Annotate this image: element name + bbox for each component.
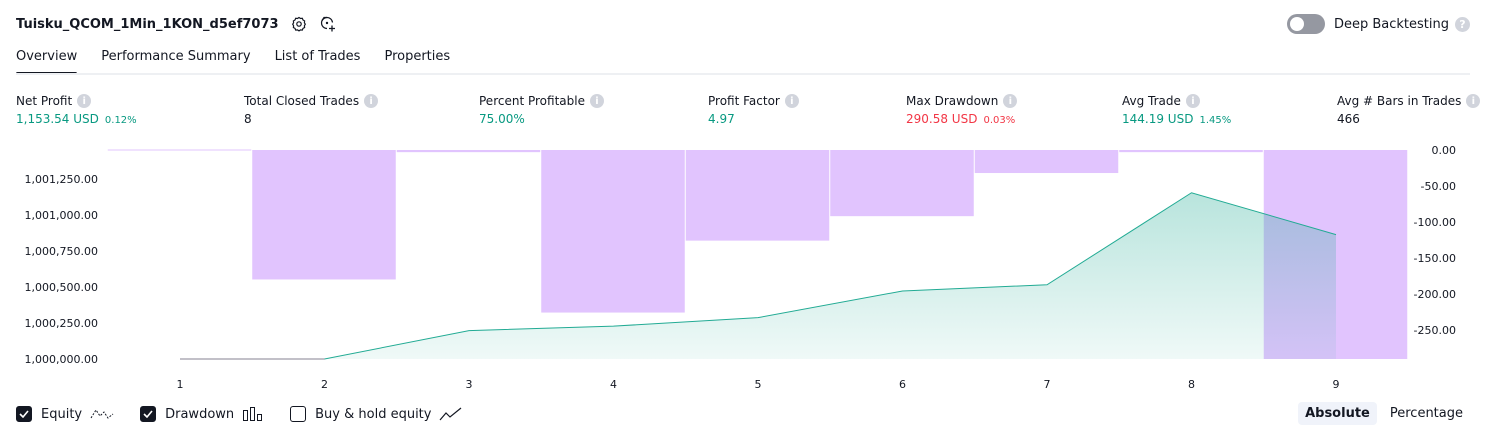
x-tick-label: 4 (610, 378, 617, 391)
tab-list-of-trades[interactable]: List of Trades (275, 48, 361, 74)
x-tick-label: 7 (1044, 378, 1051, 391)
info-icon[interactable]: i (1185, 94, 1200, 108)
right-tick-label: -50.00 (1421, 180, 1456, 193)
left-tick-label: 1,001,000.00 (25, 209, 98, 222)
deep-backtesting-control: Deep Backtesting ? (1286, 12, 1470, 36)
drawdown-bars-icon (242, 406, 264, 422)
stat-avg-bars-in-trades: Avg # Bars in Trades i 466 (1337, 92, 1481, 128)
buy-hold-checkbox[interactable] (290, 406, 307, 422)
right-tick-label: 0.00 (1432, 144, 1457, 157)
drawdown-bar (974, 150, 1119, 174)
legend-label: Equity (41, 406, 83, 422)
right-tick-label: -150.00 (1414, 252, 1456, 265)
deep-backtesting-toggle[interactable] (1286, 14, 1325, 34)
legend-label: Buy & hold equity (315, 406, 432, 422)
info-icon[interactable]: i (1003, 94, 1018, 108)
stat-label: Avg Trade (1122, 94, 1181, 108)
left-tick-label: 1,000,000.00 (25, 353, 98, 366)
stat-value: 8 (244, 112, 252, 126)
x-tick-label: 3 (466, 378, 473, 391)
x-tick-label: 5 (755, 378, 762, 391)
stat-percent: 1.45% (1199, 115, 1232, 126)
x-tick-label: 2 (321, 378, 328, 391)
buy-hold-line-icon (439, 406, 463, 422)
x-tick-label: 9 (1333, 378, 1340, 391)
mode-percentage[interactable]: Percentage (1383, 402, 1470, 425)
stat-label: Max Drawdown (906, 94, 999, 108)
chart-legend: Equity Drawdown Buy & hold equity (16, 403, 489, 425)
info-icon[interactable]: i (589, 94, 604, 108)
drawdown-checkbox[interactable] (140, 406, 157, 422)
right-tick-label: -200.00 (1414, 288, 1456, 301)
drawdown-bar (107, 149, 252, 151)
left-tick-label: 1,000,500.00 (25, 281, 98, 294)
stat-total-closed-trades: Total Closed Trades i 8 (244, 92, 379, 128)
stat-value: 290.58 USD (906, 112, 978, 126)
stat-label: Percent Profitable (479, 94, 585, 108)
x-tick-label: 1 (177, 378, 184, 391)
header-bar: Tuisku_QCOM_1Min_1KON_d5ef7073 (16, 12, 337, 36)
stat-value: 4.97 (708, 112, 735, 126)
tab-overview[interactable]: Overview (16, 48, 78, 75)
tab-performance-summary[interactable]: Performance Summary (101, 48, 250, 74)
equity-line-icon (90, 406, 114, 422)
toggle-knob (1289, 17, 1304, 31)
stat-value: 144.19 USD (1122, 112, 1194, 126)
left-tick-label: 1,000,250.00 (25, 317, 98, 330)
mode-switcher: Absolute Percentage (1292, 402, 1470, 425)
left-tick-label: 1,001,250.00 (25, 173, 98, 186)
right-axis: 0.00 -50.00 -100.00 -150.00 -200.00 -250.00 (1414, 144, 1456, 337)
right-tick-label: -100.00 (1414, 216, 1456, 229)
tab-bar: Overview Performance Summary List of Tra… (16, 48, 474, 75)
stat-value: 75.00% (479, 112, 525, 126)
stat-percent: 0.03% (983, 115, 1016, 126)
stat-profit-factor: Profit Factor i 4.97 (708, 92, 799, 128)
mode-absolute[interactable]: Absolute (1298, 402, 1377, 425)
equity-checkbox[interactable] (16, 406, 32, 422)
drawdown-bar (685, 150, 830, 241)
info-icon[interactable]: i (1466, 94, 1481, 108)
stat-label: Net Profit (16, 94, 73, 108)
x-tick-label: 8 (1188, 378, 1195, 391)
stat-label: Avg # Bars in Trades (1337, 94, 1462, 108)
info-icon[interactable]: i (784, 94, 799, 108)
strategy-title: Tuisku_QCOM_1Min_1KON_d5ef7073 (16, 16, 279, 32)
tab-properties[interactable]: Properties (384, 48, 450, 74)
drawdown-bar (541, 150, 685, 313)
drawdown-bar (252, 150, 396, 280)
stat-net-profit: Net Profit i 1,153.54 USD 0.12% (16, 92, 137, 128)
legend-buy-hold[interactable]: Buy & hold equity (290, 406, 463, 422)
add-to-chart-icon[interactable] (319, 15, 337, 33)
stat-value: 1,153.54 USD (16, 112, 99, 126)
right-tick-label: -250.00 (1414, 324, 1456, 337)
equity-drawdown-chart: 1,000,000.00 1,000,250.00 1,000,500.00 1,00… (25, 144, 1456, 391)
drawdown-bar (1119, 150, 1263, 153)
deep-backtesting-label: Deep Backtesting (1333, 16, 1449, 32)
drawdown-bar (396, 150, 541, 153)
x-axis: 1 2 3 4 5 6 7 8 9 (177, 378, 1340, 391)
x-tick-label: 6 (899, 378, 906, 391)
settings-icon[interactable] (290, 15, 308, 33)
stat-label: Profit Factor (708, 94, 780, 108)
stat-value: 466 (1337, 112, 1360, 126)
legend-equity[interactable]: Equity (16, 406, 114, 422)
left-axis: 1,000,000.00 1,000,250.00 1,000,500.00 1,00… (25, 173, 98, 366)
stat-percent-profitable: Percent Profitable i 75.00% (479, 92, 604, 128)
info-icon[interactable]: i (77, 94, 92, 108)
help-icon[interactable]: ? (1455, 16, 1470, 32)
stat-avg-trade: Avg Trade i 144.19 USD 1.45% (1122, 92, 1231, 128)
drawdown-bar (830, 150, 974, 217)
tab-divider (16, 73, 1470, 75)
legend-drawdown[interactable]: Drawdown (140, 406, 264, 422)
legend-label: Drawdown (165, 406, 235, 422)
stat-percent: 0.12% (104, 115, 137, 126)
left-tick-label: 1,000,750.00 (25, 245, 98, 258)
stat-max-drawdown: Max Drawdown i 290.58 USD 0.03% (906, 92, 1018, 128)
info-icon[interactable]: i (364, 94, 379, 108)
stat-label: Total Closed Trades (244, 94, 360, 108)
